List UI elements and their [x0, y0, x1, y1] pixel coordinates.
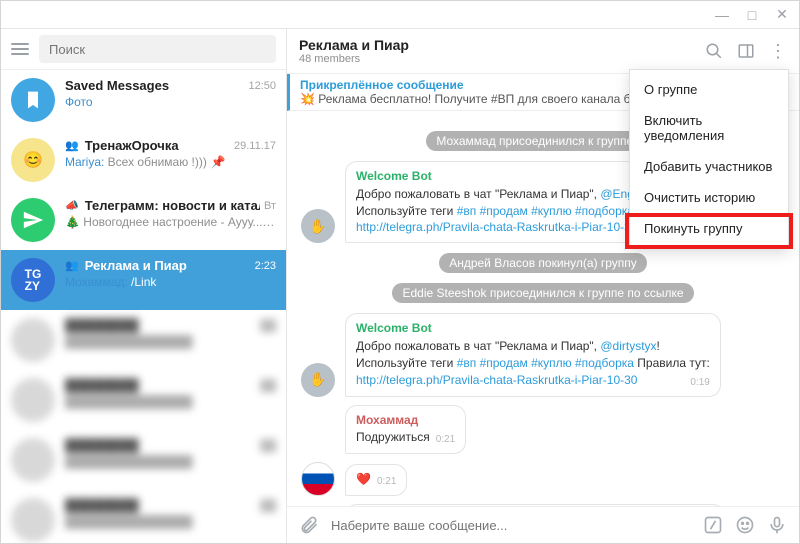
menu-add-members[interactable]: Добавить участников — [630, 151, 788, 182]
bookmark-icon — [11, 78, 55, 122]
group-icon: 👥 — [65, 259, 79, 272]
emoji-icon[interactable] — [735, 515, 755, 535]
chat-preview: Мохаммад: /Link — [65, 275, 276, 289]
search-icon[interactable] — [705, 42, 723, 60]
sidebar: Saved Messages 12:50 Фото 😊 👥ТренажОрочка… — [1, 29, 287, 543]
chat-time: 2:23 — [255, 260, 276, 272]
chat-row[interactable]: 📣Телеграмм: новости и катало... Вт 🎄 Ново… — [1, 190, 286, 250]
avatar: TGZY — [11, 258, 55, 302]
hashtag-link[interactable]: #вп #продам #куплю #подборка — [457, 356, 634, 370]
app-window: — □ ✕ Saved Messages 12:50 Фото — [0, 0, 800, 544]
system-message: Андрей Власов покинул(а) группу — [301, 253, 785, 273]
chat-row-blurred[interactable]: █████████████████████████ — [1, 370, 286, 430]
chat-list: Saved Messages 12:50 Фото 😊 👥ТренажОрочка… — [1, 70, 286, 543]
menu-enable-notifications[interactable]: Включить уведомления — [630, 105, 788, 151]
avatar — [11, 198, 55, 242]
mic-icon[interactable] — [767, 515, 787, 535]
avatar — [11, 498, 55, 542]
mention-link[interactable]: @dirtystyx — [600, 339, 656, 353]
chat-name: 👥Реклама и Пиар — [65, 258, 187, 273]
maximize-button[interactable]: □ — [741, 7, 763, 23]
message-row: ✋ Welcome Bot Добро пожаловать в чат "Ре… — [301, 313, 785, 396]
slash-icon[interactable] — [703, 515, 723, 535]
avatar: ✋ — [301, 363, 335, 397]
message-bubble[interactable]: Мохаммад Подружиться0:21 — [345, 405, 466, 455]
chat-row-active[interactable]: TGZY 👥Реклама и Пиар 2:23 Мохаммад: /Link — [1, 250, 286, 310]
chat-title: Реклама и Пиар — [299, 37, 409, 53]
pin-icon: 📌 — [211, 155, 226, 169]
message-row: ❤️0:21 — [301, 462, 785, 496]
chat-header: Реклама и Пиар 48 members ⋮ — [287, 29, 799, 74]
message-bubble[interactable]: Welcome Bot Добро пожаловать в чат "Рекл… — [345, 313, 721, 396]
chat-time: 12:50 — [248, 80, 276, 92]
message-time: 0:21 — [377, 475, 396, 489]
chat-name: 📣Телеграмм: новости и катало... — [65, 198, 260, 213]
search-input[interactable] — [39, 35, 276, 63]
kebab-icon[interactable]: ⋮ — [769, 42, 787, 60]
message-bubble[interactable]: ❤️0:21 — [345, 464, 407, 496]
chat-time: Вт — [264, 200, 276, 212]
chat-row[interactable]: 😊 👥ТренажОрочка 29.11.17 Mariya: Всех обн… — [1, 130, 286, 190]
menu-about-group[interactable]: О группе — [630, 74, 788, 105]
chat-preview: Фото — [65, 95, 276, 109]
message-author: Welcome Bot — [356, 320, 710, 337]
hamburger-icon[interactable] — [11, 43, 29, 55]
menu-leave-group[interactable]: Покинуть группу — [630, 213, 788, 244]
context-menu: О группе Включить уведомления Добавить у… — [629, 69, 789, 249]
sidebar-top — [1, 29, 286, 70]
compose-input[interactable] — [331, 518, 691, 533]
menu-clear-history[interactable]: Очистить историю — [630, 182, 788, 213]
hashtag-link[interactable]: #вп #продам #куплю #подборка — [457, 204, 634, 218]
titlebar: — □ ✕ — [1, 1, 799, 29]
message-author: Мохаммад — [356, 412, 455, 429]
attach-icon[interactable] — [299, 515, 319, 535]
panel-icon[interactable] — [737, 42, 755, 60]
minimize-button[interactable]: — — [711, 7, 733, 23]
message-row: Мохаммад Подружиться0:21 — [301, 405, 785, 455]
message-time: 0:19 — [690, 376, 709, 390]
message-time: 0:21 — [436, 433, 455, 447]
chat-preview: Mariya: Всех обнимаю !)))📌 — [65, 155, 276, 169]
chat-members: 48 members — [299, 53, 409, 65]
avatar — [301, 462, 335, 496]
avatar — [11, 318, 55, 362]
chat-area: Реклама и Пиар 48 members ⋮ Прикреплённо… — [287, 29, 799, 543]
avatar: ✋ — [301, 209, 335, 243]
url-link[interactable]: http://telegra.ph/Pravila-chata-Raskrutk… — [356, 220, 637, 234]
chat-name: Saved Messages — [65, 78, 169, 93]
system-message: Eddie Steeshok присоединился к группе по… — [301, 283, 785, 303]
message-bubble[interactable]: Eddie Steeshok #вп https://t.me/steeshok… — [345, 504, 725, 506]
chat-preview: 🎄 Новогоднее настроение - Аууу...📌 — [65, 215, 276, 229]
avatar: 😊 — [11, 138, 55, 182]
megaphone-icon: 📣 — [65, 199, 79, 212]
main: Saved Messages 12:50 Фото 😊 👥ТренажОрочка… — [1, 29, 799, 543]
avatar — [11, 438, 55, 482]
chat-row-blurred[interactable]: █████████████████████████ — [1, 490, 286, 543]
close-button[interactable]: ✕ — [771, 6, 793, 23]
message-author: Welcome Bot — [356, 168, 650, 185]
message-row: Eddie Steeshok #вп https://t.me/steeshok… — [301, 504, 785, 506]
message-bubble[interactable]: Welcome Bot Добро пожаловать в чат "Рекл… — [345, 161, 661, 243]
avatar — [11, 378, 55, 422]
url-link[interactable]: http://telegra.ph/Pravila-chata-Raskrutk… — [356, 373, 637, 387]
chat-row-saved[interactable]: Saved Messages 12:50 Фото — [1, 70, 286, 130]
chat-row-blurred[interactable]: █████████████████████████ — [1, 430, 286, 490]
compose-bar — [287, 506, 799, 543]
chat-name: 👥ТренажОрочка — [65, 138, 179, 153]
chat-time: 29.11.17 — [234, 140, 276, 152]
chat-row-blurred[interactable]: █████████████████████████ — [1, 310, 286, 370]
group-icon: 👥 — [65, 139, 79, 152]
